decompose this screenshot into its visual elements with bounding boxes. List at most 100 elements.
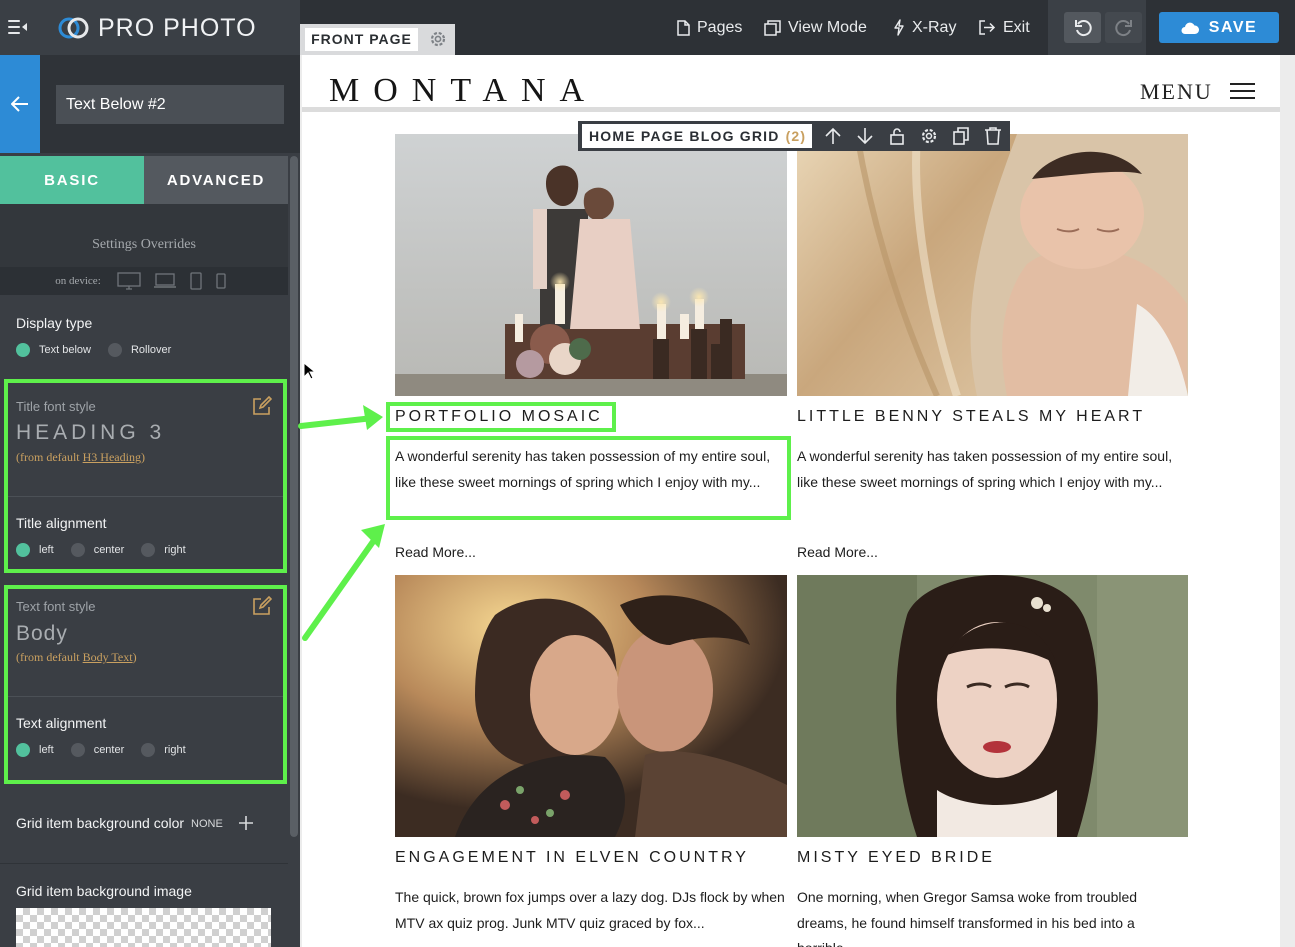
title-align-center[interactable]: center [70, 543, 125, 557]
block-name: HOME PAGE BLOG GRID [589, 128, 780, 144]
grid-bg-image-label: Grid item background image [16, 883, 192, 899]
sidebar-header [40, 55, 300, 153]
radio-selected[interactable] [16, 543, 30, 557]
divider [8, 496, 283, 497]
radio[interactable] [70, 743, 85, 757]
settings-tabs: BASIC ADVANCED [0, 156, 288, 213]
lock-icon[interactable] [887, 126, 907, 146]
radio[interactable] [141, 543, 156, 557]
save-icon [1181, 22, 1199, 34]
site-preview: MONTANA MENU HOME PAGE BLOG GRID (2) POR… [302, 55, 1280, 947]
move-down-icon[interactable] [855, 126, 875, 146]
tab-basic[interactable]: BASIC [0, 156, 144, 213]
radio[interactable] [141, 743, 156, 757]
copy-icon[interactable] [951, 126, 971, 146]
laptop-icon[interactable] [153, 273, 177, 289]
radio-selected[interactable] [16, 343, 30, 357]
body-text-link[interactable]: Body Text [83, 650, 133, 664]
post-image-portfolio-mosaic[interactable] [395, 134, 787, 396]
brand: PRO PHOTO [58, 12, 257, 44]
undo-button[interactable] [1064, 12, 1101, 43]
post-title[interactable]: ENGAGEMENT IN ELVEN COUNTRY [395, 849, 749, 867]
text-alignment-label: Text alignment [16, 715, 107, 731]
back-button[interactable] [0, 55, 40, 153]
device-selector: on device: [0, 267, 288, 295]
redo-button[interactable] [1105, 12, 1142, 43]
pro-photo-logo-icon [58, 17, 89, 39]
phone-icon[interactable] [215, 273, 227, 289]
edit-icon[interactable] [252, 596, 272, 616]
title-font-style-value: HEADING 3 [16, 421, 166, 444]
front-page-label: FRONT PAGE [305, 28, 418, 51]
settings-overrides: Settings Overrides on device: [0, 204, 288, 295]
save-button[interactable]: SAVE [1159, 12, 1279, 43]
divider [8, 696, 283, 697]
radio-selected[interactable] [16, 743, 30, 757]
edit-icon[interactable] [252, 396, 272, 416]
display-type-rollover[interactable]: Rollover [107, 343, 171, 357]
exit-icon [979, 20, 996, 35]
text-align-left[interactable]: left [16, 743, 54, 757]
post-title[interactable]: MISTY EYED BRIDE [797, 849, 995, 867]
title-align-right[interactable]: right [141, 543, 186, 557]
undo-icon [1074, 19, 1092, 36]
post-image-little-benny[interactable] [797, 134, 1188, 396]
title-alignment-label: Title alignment [16, 515, 107, 531]
back-arrow-icon [11, 96, 28, 112]
nav-xray[interactable]: X-Ray [893, 0, 956, 55]
nav-pages[interactable]: Pages [677, 0, 742, 55]
view-mode-icon [764, 19, 781, 36]
post-excerpt: A wonderful serenity has taken possessio… [797, 448, 1173, 490]
text-align-right[interactable]: right [141, 743, 186, 757]
title-align-center-label: center [93, 544, 125, 556]
text-align-center[interactable]: center [70, 743, 124, 757]
post-excerpt: The quick, brown fox jumps over a lazy d… [395, 889, 785, 931]
title-align-left-label: left [39, 544, 54, 556]
gear-icon[interactable] [428, 29, 448, 49]
site-menu-label[interactable]: MENU [1140, 79, 1213, 105]
move-up-icon[interactable] [823, 126, 843, 146]
block-count: (2) [785, 128, 807, 144]
post-title[interactable]: LITTLE BENNY STEALS MY HEART [797, 408, 1145, 426]
brand-name: PRO PHOTO [98, 13, 257, 42]
text-font-style-label: Text font style [16, 599, 96, 614]
site-menu-icon[interactable] [1230, 82, 1255, 100]
gear-icon[interactable] [919, 126, 939, 146]
trash-icon[interactable] [983, 126, 1003, 146]
nav-xray-label: X-Ray [912, 18, 957, 36]
display-type-text-below[interactable]: Text below [16, 343, 91, 357]
title-font-style-label: Title font style [16, 399, 96, 414]
tab-advanced[interactable]: ADVANCED [144, 156, 288, 204]
nav-view-mode-label: View Mode [788, 18, 867, 36]
block-name-input[interactable] [56, 85, 284, 124]
nav-view-mode[interactable]: View Mode [764, 0, 867, 55]
read-more-link[interactable]: Read More... [797, 544, 878, 560]
annotation-arrows [298, 405, 385, 641]
post-image-engagement[interactable] [395, 575, 787, 837]
post-image-misty-bride[interactable] [797, 575, 1188, 837]
text-alignment-options: left center right [16, 743, 203, 757]
title-alignment-options: left center right [16, 543, 203, 557]
tablet-icon[interactable] [189, 272, 203, 290]
post-title[interactable]: PORTFOLIO MOSAIC [395, 408, 603, 426]
logo-area: PRO PHOTO [0, 0, 300, 55]
desktop-icon[interactable] [117, 272, 141, 290]
text-align-right-label: right [164, 744, 186, 756]
title-align-right-label: right [164, 544, 186, 556]
block-toolbar-label[interactable]: HOME PAGE BLOG GRID (2) [582, 124, 812, 148]
page-canvas: MONTANA MENU HOME PAGE BLOG GRID (2) POR… [300, 55, 1295, 947]
grid-bg-image-preview[interactable] [16, 908, 271, 947]
plus-icon[interactable] [237, 814, 255, 832]
sidebar: BASIC ADVANCED Settings Overrides on dev… [0, 55, 300, 947]
h3-heading-link[interactable]: H3 Heading [83, 450, 141, 464]
menu-collapse-icon[interactable] [8, 18, 30, 36]
radio[interactable] [70, 543, 85, 557]
title-align-left[interactable]: left [16, 543, 54, 557]
radio[interactable] [107, 343, 122, 357]
post-excerpt: One morning, when Gregor Samsa woke from… [797, 889, 1138, 947]
nav-exit[interactable]: Exit [979, 0, 1030, 55]
read-more-link[interactable]: Read More... [395, 544, 476, 560]
site-logo[interactable]: MONTANA [329, 72, 598, 110]
xray-icon [894, 19, 904, 36]
text-font-style-value: Body [16, 622, 68, 645]
